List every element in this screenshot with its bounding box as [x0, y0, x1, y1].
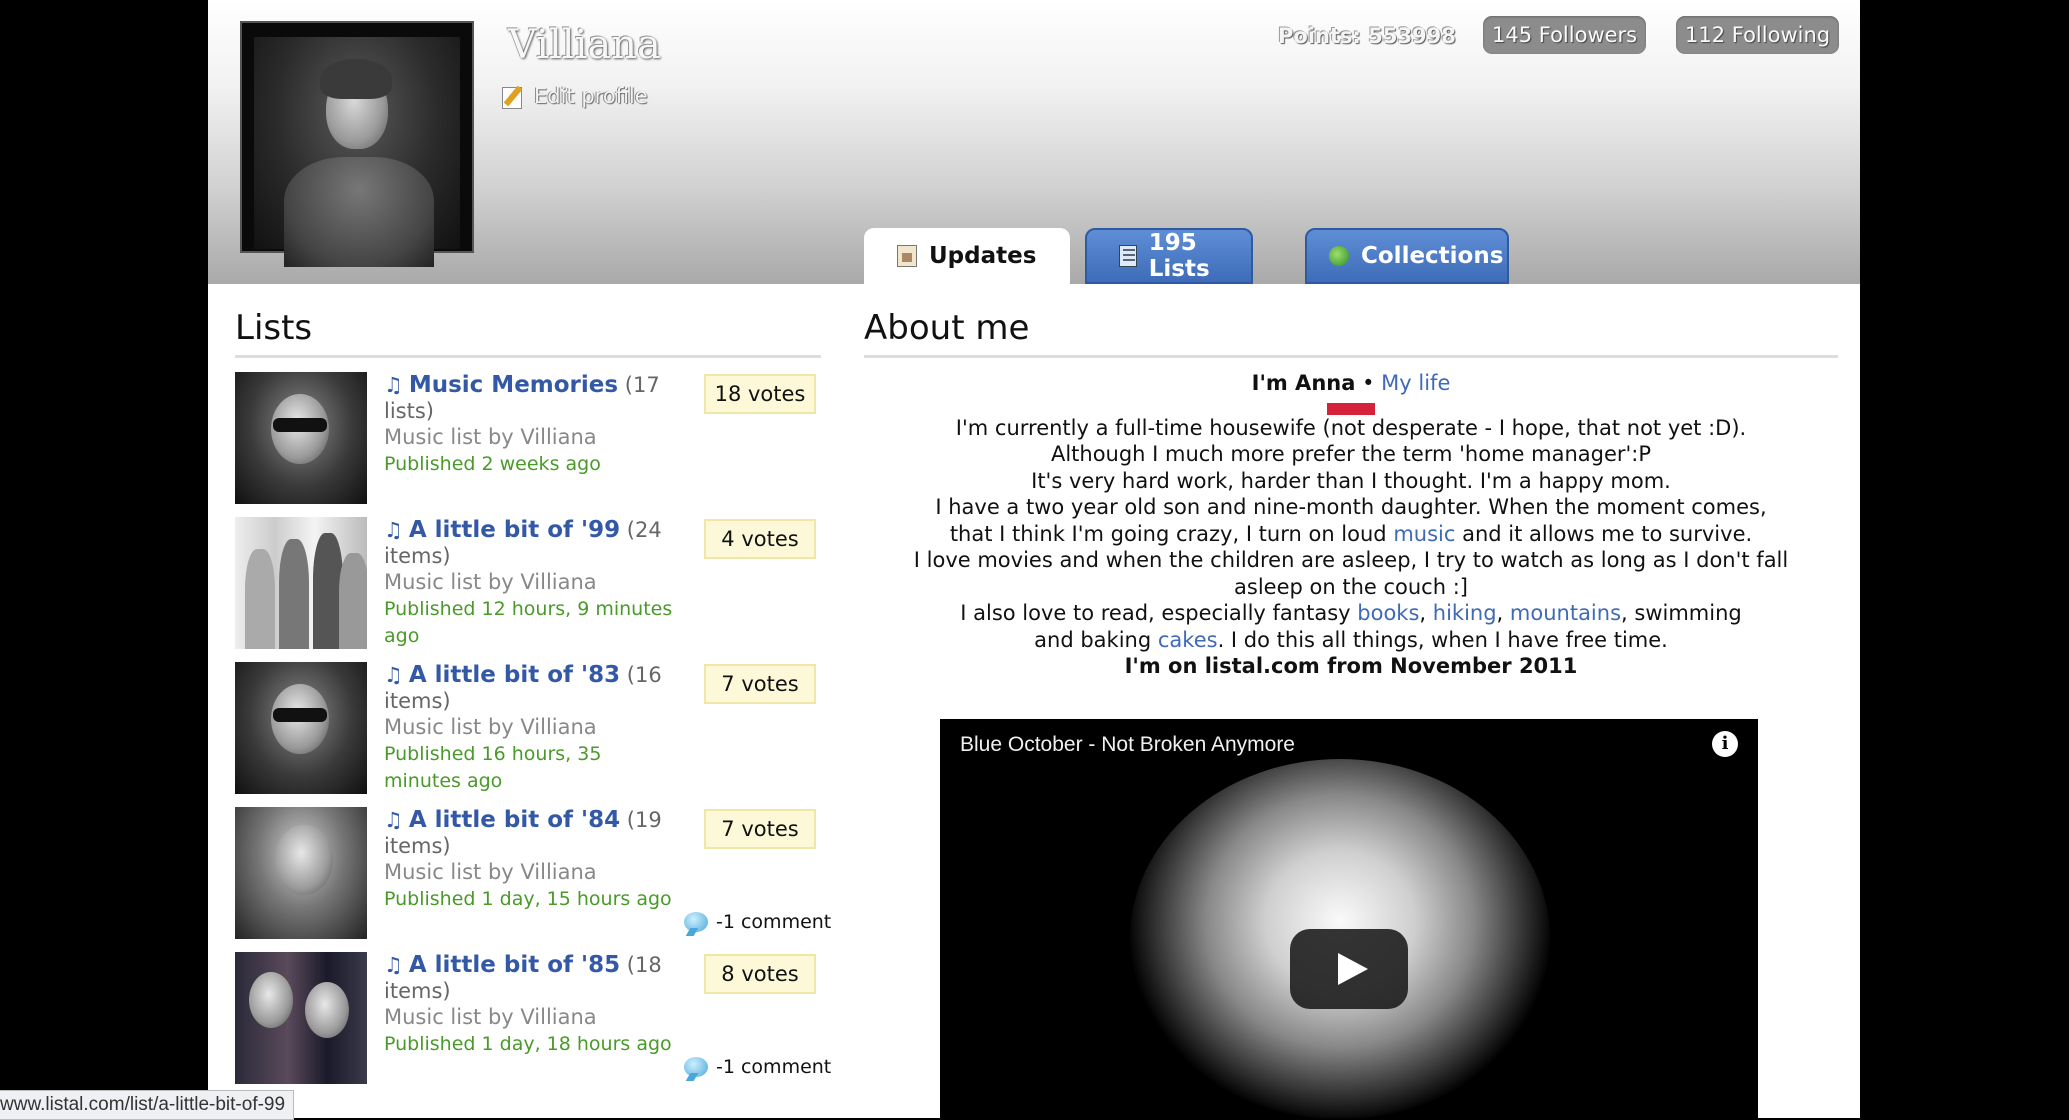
about-line: I love movies and when the children are …: [913, 548, 1789, 599]
about-text-fragment: . I do this all things, when I have free…: [1217, 627, 1668, 652]
list-author: Music list by Villiana: [384, 860, 597, 884]
avatar-figure: [284, 157, 434, 267]
comment-bubble-icon: [684, 912, 708, 932]
following-button[interactable]: 112 Following: [1676, 16, 1840, 54]
votes-badge[interactable]: 18 votes: [704, 374, 816, 414]
list-thumbnail[interactable]: [235, 807, 367, 939]
list-title-link[interactable]: A little bit of '85: [409, 952, 620, 978]
music-note-icon: ♫: [384, 663, 403, 687]
tab-updates[interactable]: Updates: [864, 228, 1070, 284]
profile-header: Villiana Edit profile Points: 553998 145…: [208, 0, 1860, 284]
tab-lists-label: 195 Lists: [1148, 230, 1210, 282]
edit-icon: [502, 85, 526, 109]
about-divider: [864, 355, 1838, 358]
status-bar-url: www.listal.com/list/a-little-bit-of-99: [0, 1090, 295, 1120]
comment-count: -1 comment: [716, 911, 832, 933]
comment-bubble-icon: [684, 1057, 708, 1077]
list-published: Published 1 day, 15 hours ago: [384, 888, 672, 910]
votes-badge[interactable]: 7 votes: [704, 809, 816, 849]
list-title-link[interactable]: A little bit of '99: [409, 517, 620, 543]
about-text-fragment: and baking: [1034, 627, 1158, 652]
list-author: Music list by Villiana: [384, 715, 597, 739]
lists-divider: [235, 355, 821, 358]
followers-button[interactable]: 145 Followers: [1483, 16, 1647, 54]
music-note-icon: ♫: [384, 373, 403, 397]
list-author: Music list by Villiana: [384, 1005, 597, 1029]
about-line: I have a two year old son and nine-month…: [935, 495, 1767, 519]
music-note-icon: ♫: [384, 518, 403, 542]
about-text-fragment: I also love to read, especially fantasy: [960, 601, 1358, 625]
about-text-fragment: ,: [1496, 601, 1510, 625]
play-button[interactable]: [1290, 929, 1408, 1009]
about-line: I'm on listal.com from November 2011: [1124, 654, 1578, 678]
about-line: I also love to read, especially fantasy …: [864, 600, 1838, 627]
list-item: ♫ A little bit of '83 (16 items) Music li…: [235, 662, 825, 794]
music-note-icon: ♫: [384, 953, 403, 977]
about-text-fragment: and it allows me to survive.: [1455, 521, 1753, 546]
tab-collections[interactable]: Collections: [1305, 228, 1509, 284]
about-line: and baking cakes. I do this all things, …: [864, 627, 1838, 654]
about-text-fragment: that I think I'm going crazy, I turn on …: [949, 521, 1394, 546]
about-intro-name: I'm Anna: [1251, 371, 1356, 395]
edit-profile-link[interactable]: Edit profile: [502, 84, 648, 109]
books-link[interactable]: books: [1357, 601, 1419, 625]
my-life-link[interactable]: My life: [1381, 371, 1450, 395]
tab-lists[interactable]: 195 Lists: [1085, 228, 1253, 284]
mountains-link[interactable]: mountains: [1510, 601, 1621, 625]
list-published: Published 12 hours, 9 minutes ago: [384, 598, 673, 647]
avatar-photo: [254, 37, 460, 267]
votes-badge[interactable]: 4 votes: [704, 519, 816, 559]
about-line: I'm currently a full-time housewife (not…: [955, 415, 1747, 440]
about-heading: About me: [864, 308, 1030, 348]
about-line: Although I much more prefer the term 'ho…: [1050, 442, 1652, 466]
points-label: Points: 553998: [1278, 24, 1456, 48]
collections-icon: [1329, 246, 1349, 266]
info-icon[interactable]: i: [1712, 731, 1738, 757]
lists-heading: Lists: [235, 308, 313, 348]
list-author: Music list by Villiana: [384, 425, 597, 449]
hiking-link[interactable]: hiking: [1433, 601, 1497, 625]
username: Villiana: [508, 22, 661, 68]
comment-link[interactable]: -1 comment: [684, 1056, 831, 1078]
lists-icon: [1119, 245, 1137, 267]
list-thumbnail[interactable]: [235, 372, 367, 504]
list-thumbnail[interactable]: [235, 662, 367, 794]
music-note-icon: ♫: [384, 808, 403, 832]
list-item: ♫ A little bit of '99 (24 items) Music li…: [235, 517, 825, 649]
profile-page: Villiana Edit profile Points: 553998 145…: [208, 0, 1860, 1118]
list-title-link[interactable]: A little bit of '84: [409, 807, 620, 833]
cakes-link[interactable]: cakes: [1158, 628, 1218, 652]
list-published: Published 1 day, 18 hours ago: [384, 1033, 672, 1055]
list-item: ♫ A little bit of '85 (18 items) Music li…: [235, 952, 831, 1084]
list-title-link[interactable]: Music Memories: [409, 372, 618, 398]
updates-icon: [897, 245, 917, 267]
comment-link[interactable]: -1 comment: [684, 911, 831, 933]
about-text-fragment: ,: [1419, 601, 1433, 625]
music-link[interactable]: music: [1393, 522, 1455, 546]
list-item: ♫ Music Memories (17 lists) Music list by…: [235, 372, 825, 504]
about-text: I'm Anna • My life I'm currently a full-…: [864, 370, 1838, 680]
votes-badge[interactable]: 7 votes: [704, 664, 816, 704]
list-published: Published 16 hours, 35 minutes ago: [384, 743, 602, 792]
video-player[interactable]: Blue October - Not Broken Anymore i: [940, 719, 1758, 1118]
video-title[interactable]: Blue October - Not Broken Anymore: [960, 733, 1295, 757]
red-divider-bar: [1327, 402, 1375, 415]
tab-updates-label: Updates: [929, 243, 1037, 269]
votes-badge[interactable]: 8 votes: [704, 954, 816, 994]
edit-profile-label: Edit profile: [534, 84, 648, 108]
avatar-hair: [320, 59, 392, 99]
tab-collections-label: Collections: [1361, 243, 1504, 269]
list-thumbnail[interactable]: [235, 517, 367, 649]
about-text-fragment: , swimming: [1621, 601, 1742, 625]
list-author: Music list by Villiana: [384, 570, 597, 594]
about-intro-separator: •: [1362, 371, 1375, 395]
avatar[interactable]: [240, 21, 474, 267]
list-item: ♫ A little bit of '84 (19 items) Music li…: [235, 807, 831, 939]
list-title-link[interactable]: A little bit of '83: [409, 662, 620, 688]
list-published: Published 2 weeks ago: [384, 453, 601, 475]
comment-count: -1 comment: [716, 1056, 832, 1078]
list-thumbnail[interactable]: [235, 952, 367, 1084]
about-line: that I think I'm going crazy, I turn on …: [864, 521, 1838, 548]
about-line: It's very hard work, harder than I thoug…: [1031, 468, 1671, 493]
